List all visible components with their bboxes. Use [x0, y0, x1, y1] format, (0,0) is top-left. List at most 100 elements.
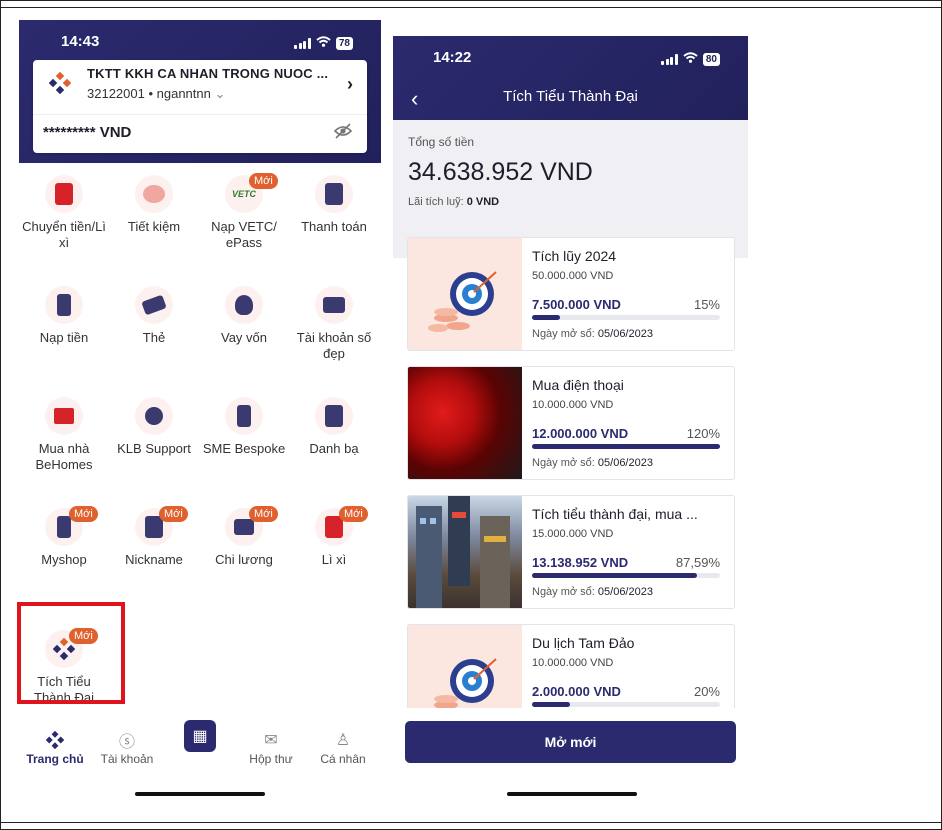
goal-saved: 7.500.000 VND [532, 297, 621, 312]
tab-account[interactable]: ⓢ Tài khoản [91, 728, 163, 766]
open-date-value: 05/06/2023 [597, 328, 653, 340]
goal-saved: 13.138.952 VND [532, 555, 629, 570]
progress-fill [532, 573, 697, 578]
money-bag-icon [225, 286, 263, 324]
goal-name: Du lịch Tam Đảo [532, 635, 635, 651]
new-badge: Mới [159, 506, 188, 522]
footer: Mở mới [393, 708, 748, 810]
home-indicator [135, 792, 265, 796]
status-time: 14:22 [433, 49, 472, 66]
qr-icon: ▦ [192, 728, 208, 745]
goal-name: Tích lũy 2024 [532, 248, 617, 264]
tile-payment[interactable]: Thanh toán [289, 175, 379, 235]
tile-label: Chi lương [215, 552, 273, 567]
goal-card[interactable]: Tích tiểu thành đại, mua ... 15.000.000 V… [407, 495, 735, 609]
status-icons: 78 [294, 34, 353, 52]
user-icon: ♙ [335, 732, 351, 749]
status-icons: 80 [661, 50, 720, 68]
progress-bar [532, 702, 720, 707]
progress-fill [532, 315, 560, 320]
goal-image [408, 238, 522, 350]
account-number[interactable]: 32122001 • nganntnn ⌄ [87, 86, 225, 102]
tab-label: Hộp thư [249, 752, 293, 766]
tile-label: Tài khoản số đẹp [296, 330, 372, 361]
goal-percent: 87,59% [675, 555, 720, 570]
goal-percent: 15% [693, 297, 720, 312]
tile-sme[interactable]: SME Bespoke [199, 397, 289, 457]
tile-label: Thanh toán [301, 219, 367, 234]
goal-image [408, 496, 522, 608]
card-icon [135, 286, 173, 324]
piggy-bank-icon [135, 175, 173, 213]
tile-label: Thẻ [142, 330, 166, 345]
dollar-circle-icon: ⓢ [118, 734, 135, 751]
chevron-right-icon[interactable]: › [347, 74, 353, 95]
contacts-icon [315, 397, 353, 435]
tile-payroll[interactable]: Mới Chi lương [199, 506, 289, 568]
tile-label: Nạp VETC/ ePass [211, 219, 277, 250]
wifi-icon [316, 34, 331, 52]
progress-bar [532, 444, 720, 449]
goal-card[interactable]: Mua điện thoại 10.000.000 VND 12.000.000 V… [407, 366, 735, 480]
goal-percent: 120% [686, 426, 720, 441]
shop-icon: Mới [45, 506, 98, 546]
qr-scan-button[interactable]: ▦ [184, 720, 216, 752]
tile-savings[interactable]: Tiết kiệm [109, 175, 199, 235]
tile-card[interactable]: Thẻ [109, 286, 199, 346]
interest-value: 0 VND [466, 196, 500, 208]
tile-loan[interactable]: Vay vốn [199, 286, 289, 346]
tile-label: Mua nhà BeHomes [35, 441, 93, 472]
tile-label: Chuyển tiền/Lì xì [22, 219, 106, 250]
tile-label: Nạp tiền [39, 330, 89, 345]
tile-label: KLB Support [117, 441, 191, 456]
header: 14:22 80 ‹ Tích Tiểu Thành Đại [393, 36, 748, 120]
signal-icon [661, 53, 678, 65]
tile-myshop[interactable]: Mới Myshop [19, 506, 109, 568]
tab-inbox[interactable]: ✉ Hộp thư [235, 728, 307, 766]
bill-icon [315, 175, 353, 213]
id-card-icon: Mới [135, 506, 188, 546]
tab-home[interactable]: Trang chủ [19, 728, 91, 766]
home-icon [19, 728, 91, 752]
new-badge: Mới [339, 506, 368, 522]
goal-name: Tích tiểu thành đại, mua ... [532, 506, 698, 522]
progress-fill [532, 702, 570, 707]
tile-transfer[interactable]: Chuyển tiền/Lì xì [19, 175, 109, 251]
signal-icon [294, 37, 311, 49]
headset-icon [135, 397, 173, 435]
home-indicator [507, 792, 637, 796]
tile-topup[interactable]: Nạp tiền [19, 286, 109, 346]
open-date-label: Ngày mở sổ: [532, 586, 595, 598]
open-date: Ngày mở sổ: 05/06/2023 [532, 328, 653, 340]
divider [33, 114, 367, 115]
vetc-icon: VETC Mới [225, 173, 278, 213]
tile-lixi[interactable]: Mới Lì xì [289, 506, 379, 568]
goal-target: 15.000.000 VND [532, 528, 614, 540]
tile-label: Nickname [125, 552, 183, 567]
tile-contacts[interactable]: Danh bạ [289, 397, 379, 457]
tile-nickname[interactable]: Mới Nickname [109, 506, 199, 568]
goal-image [408, 367, 522, 479]
battery-icon: 78 [335, 36, 353, 50]
tile-vetc[interactable]: VETC Mới Nạp VETC/ ePass [199, 173, 289, 251]
account-card[interactable]: TKTT KKH CA NHAN TRONG NUOC ... 32122001… [33, 60, 367, 153]
tile-nice-number[interactable]: Tài khoản số đẹp [289, 286, 379, 362]
status-time: 14:43 [61, 33, 100, 50]
account-balance: ********* VND [43, 124, 132, 141]
interest-label: Lãi tích luỹ: [408, 196, 464, 208]
mail-icon: ✉ [264, 732, 278, 749]
goal-card[interactable]: Tích lũy 2024 50.000.000 VND 7.500.000 VND… [407, 237, 735, 351]
open-new-button[interactable]: Mở mới [405, 721, 736, 763]
tile-support[interactable]: KLB Support [109, 397, 199, 457]
progress-fill [532, 444, 720, 449]
account-number-icon [315, 286, 353, 324]
open-date-label: Ngày mở sổ: [532, 328, 595, 340]
house-icon [45, 397, 83, 435]
interest-row: Lãi tích luỹ: 0 VND [408, 196, 499, 208]
tab-profile[interactable]: ♙ Cá nhân [307, 728, 379, 766]
tile-behomes[interactable]: Mua nhà BeHomes [19, 397, 109, 473]
tile-label: Lì xì [321, 552, 347, 567]
battery-icon: 80 [702, 52, 720, 66]
eye-off-icon[interactable] [333, 123, 353, 139]
wallet-icon: Mới [225, 506, 278, 546]
